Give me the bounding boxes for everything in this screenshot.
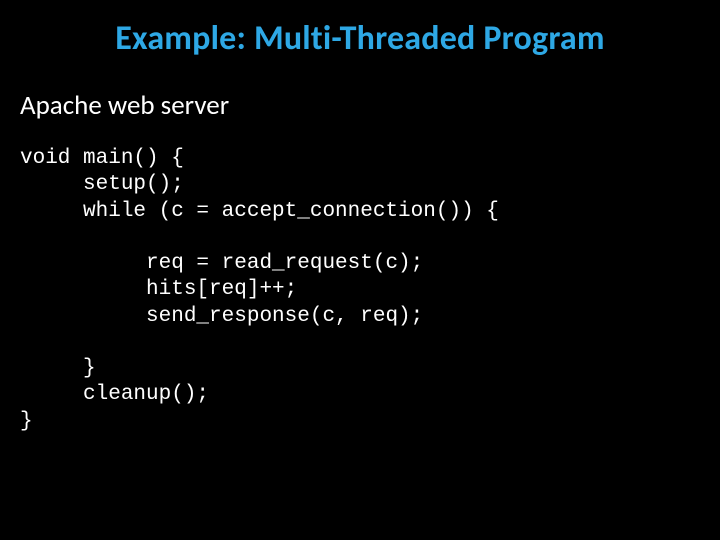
slide-subtitle: Apache web server — [20, 89, 690, 122]
code-block: void main() { setup(); while (c = accept… — [20, 146, 690, 435]
slide: Example: Multi-Threaded Program Apache w… — [0, 0, 720, 540]
slide-title: Example: Multi-Threaded Program — [30, 18, 690, 59]
